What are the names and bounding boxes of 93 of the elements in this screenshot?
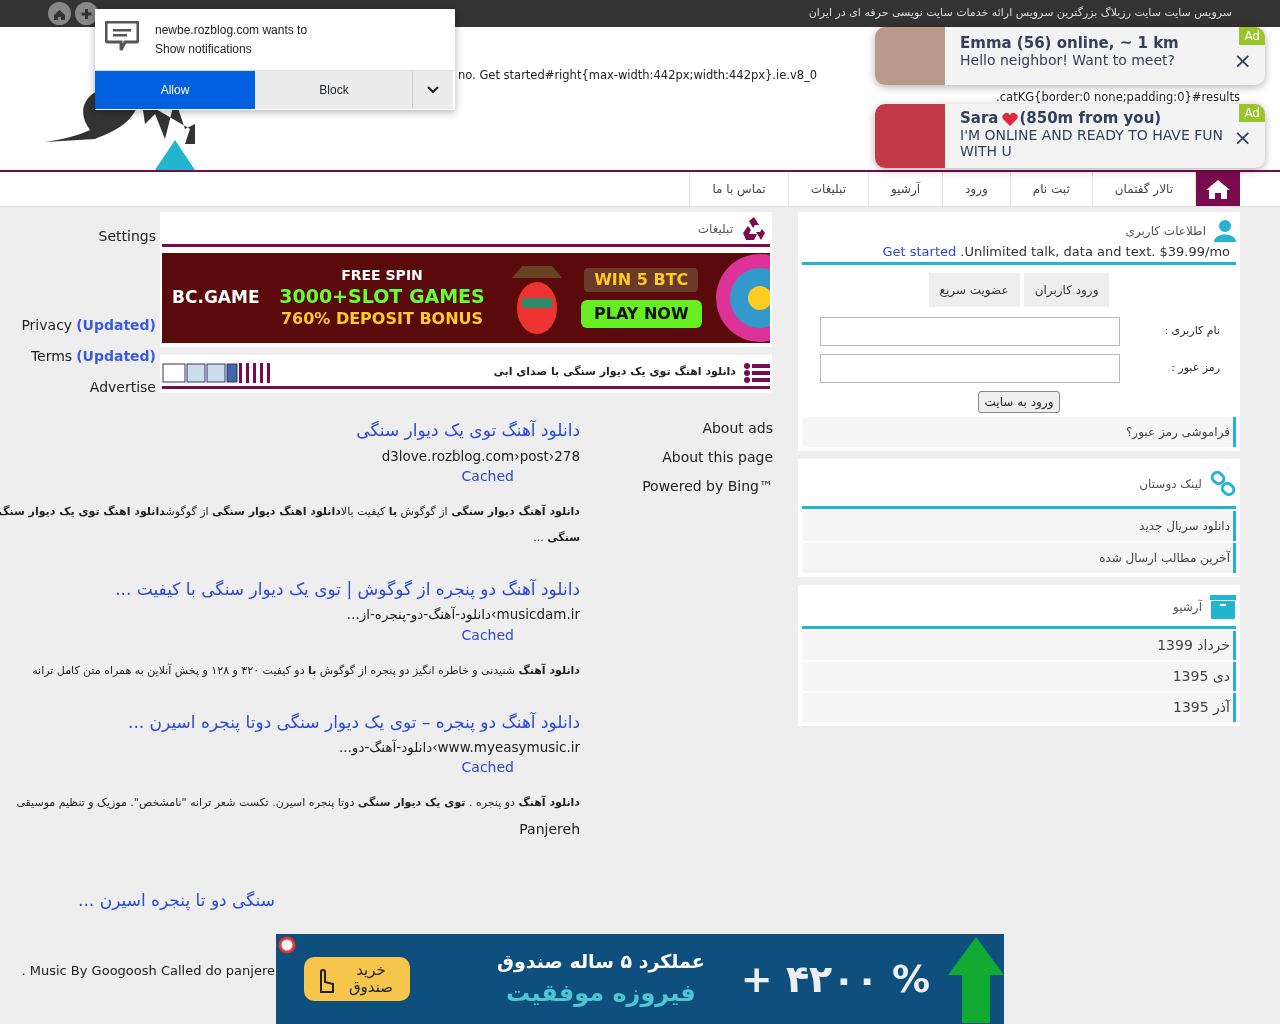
code-text: .catKG{border:0 none;padding:0}#results <box>996 89 1240 106</box>
section-title: اطلاعات کاربری <box>1125 223 1206 240</box>
cached-link[interactable]: Cached <box>461 465 514 487</box>
archive-link[interactable]: آذر 1395 <box>802 692 1236 722</box>
home-tab[interactable] <box>1195 172 1240 206</box>
caret-icon <box>427 86 439 94</box>
field-label: رمز عبور : <box>1170 359 1220 376</box>
footer-link[interactable]: Privacy <box>21 315 73 336</box>
nav-link[interactable]: تبلیغات <box>787 172 868 206</box>
recycle-icon <box>741 216 767 242</box>
ad-subline: فیروزه موفقیت <box>506 978 696 1010</box>
login-tab[interactable]: عضویت سریع <box>928 272 1020 307</box>
photo-placeholder <box>875 104 945 168</box>
nav-link[interactable]: ثبت نام <box>1009 172 1092 206</box>
updated-tag: (Updated) <box>76 315 156 336</box>
user-icon <box>1214 220 1236 242</box>
photo-placeholder <box>875 27 945 85</box>
nav-link[interactable]: ورود <box>942 172 1010 206</box>
forgot-password-link[interactable]: فراموشی رمز عبور؟ <box>802 416 1236 447</box>
result-title[interactable]: سنگی دو تا پنجره اسیرن ... <box>78 888 275 914</box>
archive-link[interactable]: خرداد 1399 <box>802 630 1236 660</box>
archive-link[interactable]: دی 1395 <box>802 661 1236 691</box>
prompt-message: newbe.rozblog.com wants to <box>155 22 308 39</box>
result-title[interactable]: دانلود آهنگ توی یک دیوار سنگی <box>356 418 580 444</box>
play-now-button[interactable]: PLAY NOW <box>581 300 702 328</box>
archive-box-icon <box>1210 595 1236 619</box>
ad-message: Hello neighbor! Want to meet? <box>960 52 1176 69</box>
result-title[interactable]: دانلود آهنگ دو پنجره از گوگوش | توی یک دیوار سنگی با کیفیت ... <box>115 576 580 603</box>
submit-button[interactable]: ورود به سایت <box>977 390 1061 413</box>
footer-link[interactable]: About this page <box>662 447 773 468</box>
cached-link[interactable]: Cached <box>461 624 514 646</box>
login-tab[interactable]: ورود کاربران <box>1023 272 1110 307</box>
result-snippet: Music By Googoosh Called do panjere . <box>21 961 275 980</box>
ad-banner[interactable]: + ۴۲۰۰ % عملکرد ۵ ساله صندوق فیروزه موفقیت خرید صندوق <box>276 934 1004 1024</box>
ad-banner[interactable]: BC.GAME FREE SPIN 3000+SLOT GAMES 760% DEPOSIT BONUS WIN 5 BTC PLAY NOW <box>162 253 770 343</box>
ad-headline: 3000+SLOT GAMES <box>279 284 485 310</box>
allow-button[interactable]: Allow <box>95 71 255 109</box>
post-title[interactable]: دانلود اهنگ توی یک دیوار سنگی با صدای ابی <box>493 364 736 381</box>
nav-link[interactable]: تالار گفتمان <box>1091 172 1195 206</box>
footer-link[interactable]: Terms <box>30 346 73 367</box>
result-url: www.myeasymusic.ir›دانلود-آهنگ-دو... <box>339 738 580 758</box>
ad-title: Emma (56) online, ~ 1 km <box>960 35 1179 53</box>
get-started-link[interactable]: Get started <box>882 242 957 262</box>
section-title: لینک دوستان <box>1139 476 1202 493</box>
prize-label: WIN 5 BTC <box>584 268 699 292</box>
updated-tag: (Updated) <box>76 346 156 367</box>
result-snippet: دانلود آهنگ دو پنجره . توی یک دیوار سنگی دوتا پنجره اسیرن. تکست شعر ترانه "نامشخص". موزیک و تنظیم موسیقی <box>16 794 580 812</box>
result-snippet: دانلود آهنگ شنیدنی و خاطره انگیز دو پنجره از گوگوش با دو کیفیت ۳۲۰ و ۱۲۸ و پخش آنلاین به همراه متن کامل ترانه <box>32 662 580 679</box>
text-field[interactable] <box>820 316 1120 346</box>
section-title: آرشیو <box>1173 598 1202 616</box>
ad-message: I'M ONLINE AND READY TO HAVE FUN WITH U <box>960 127 1225 160</box>
link-icon <box>1210 471 1236 497</box>
result-title[interactable]: دانلود آهنگ دو پنجره – توی یک دیوار سنگی دوتا پنجره اسیرن ... <box>128 709 580 735</box>
ad-headline: FREE SPIN <box>341 266 423 285</box>
percent-figure: + ۴۲۰۰ % <box>740 955 930 1003</box>
nav-link[interactable]: آرشیو <box>868 172 942 206</box>
footer-link[interactable]: About ads <box>702 418 773 439</box>
adchoices-icon <box>278 936 296 954</box>
code-text: no. Get started#right{max-width:442px;width:442px}.ie.v8_0 <box>458 67 818 84</box>
promo-text: .Unlimited talk, data and text. $39.99/mo <box>960 243 1230 261</box>
footer-link[interactable]: Advertise <box>89 377 156 398</box>
ad-card[interactable]: Sara (850m from you) I'M ONLINE AND READY TO HAVE FUN WITH U Ad × <box>875 104 1265 168</box>
result-snippet: سنگی ... <box>533 529 580 546</box>
ad-headline: 760% DEPOSIT BONUS <box>280 309 484 330</box>
home-icon <box>1206 179 1230 199</box>
site-tagline: سرویس سایت سایت رزبلاگ بزرگترین سرویس ارائه خدمات سایت نویسی حرفه ای در ایران <box>808 5 1232 22</box>
result-url: musicdam.ir›دانلود-آهنگ-دو-پنجره-از... <box>346 605 580 625</box>
heart-icon <box>1002 111 1019 126</box>
section-title: تبلیغات <box>697 221 733 238</box>
brand-logo: BC.GAME <box>172 286 261 310</box>
ad-distance: (850m from you) <box>1019 110 1162 128</box>
ad-badge: Ad <box>1239 104 1265 122</box>
prompt-detail: Show notifications <box>155 41 253 59</box>
footer-link[interactable]: Powered by Bing™ <box>642 476 773 497</box>
sidebar-link[interactable]: دانلود سریال جدید <box>802 510 1236 541</box>
chat-bubble-icon <box>105 21 139 53</box>
buy-fund-button[interactable]: خرید صندوق <box>304 956 410 1002</box>
result-url: d3love.rozblog.com›post›278 <box>381 446 580 466</box>
cached-link[interactable]: Cached <box>461 757 514 779</box>
result-snippet: Panjereh <box>519 820 580 840</box>
ad-headline: عملکرد ۵ ساله صندوق <box>496 948 705 975</box>
block-button[interactable]: Block <box>255 71 413 109</box>
ad-card[interactable]: Emma (56) online, ~ 1 km Hello neighbor! Want to meet? Ad × <box>875 27 1265 85</box>
field-label: نام کاربری : <box>1163 322 1220 339</box>
nav-link[interactable]: تماس با ما <box>689 172 788 206</box>
dropdown-button[interactable] <box>413 71 453 109</box>
ad-title: Sara <box>960 110 999 128</box>
text-field[interactable] <box>820 353 1120 383</box>
home-icon[interactable] <box>48 2 71 25</box>
ad-badge: Ad <box>1239 27 1265 45</box>
list-icon <box>744 361 770 384</box>
footer-link[interactable]: Settings <box>98 226 156 247</box>
sidebar-link[interactable]: آخرین مطالب ارسال شده <box>802 542 1236 573</box>
